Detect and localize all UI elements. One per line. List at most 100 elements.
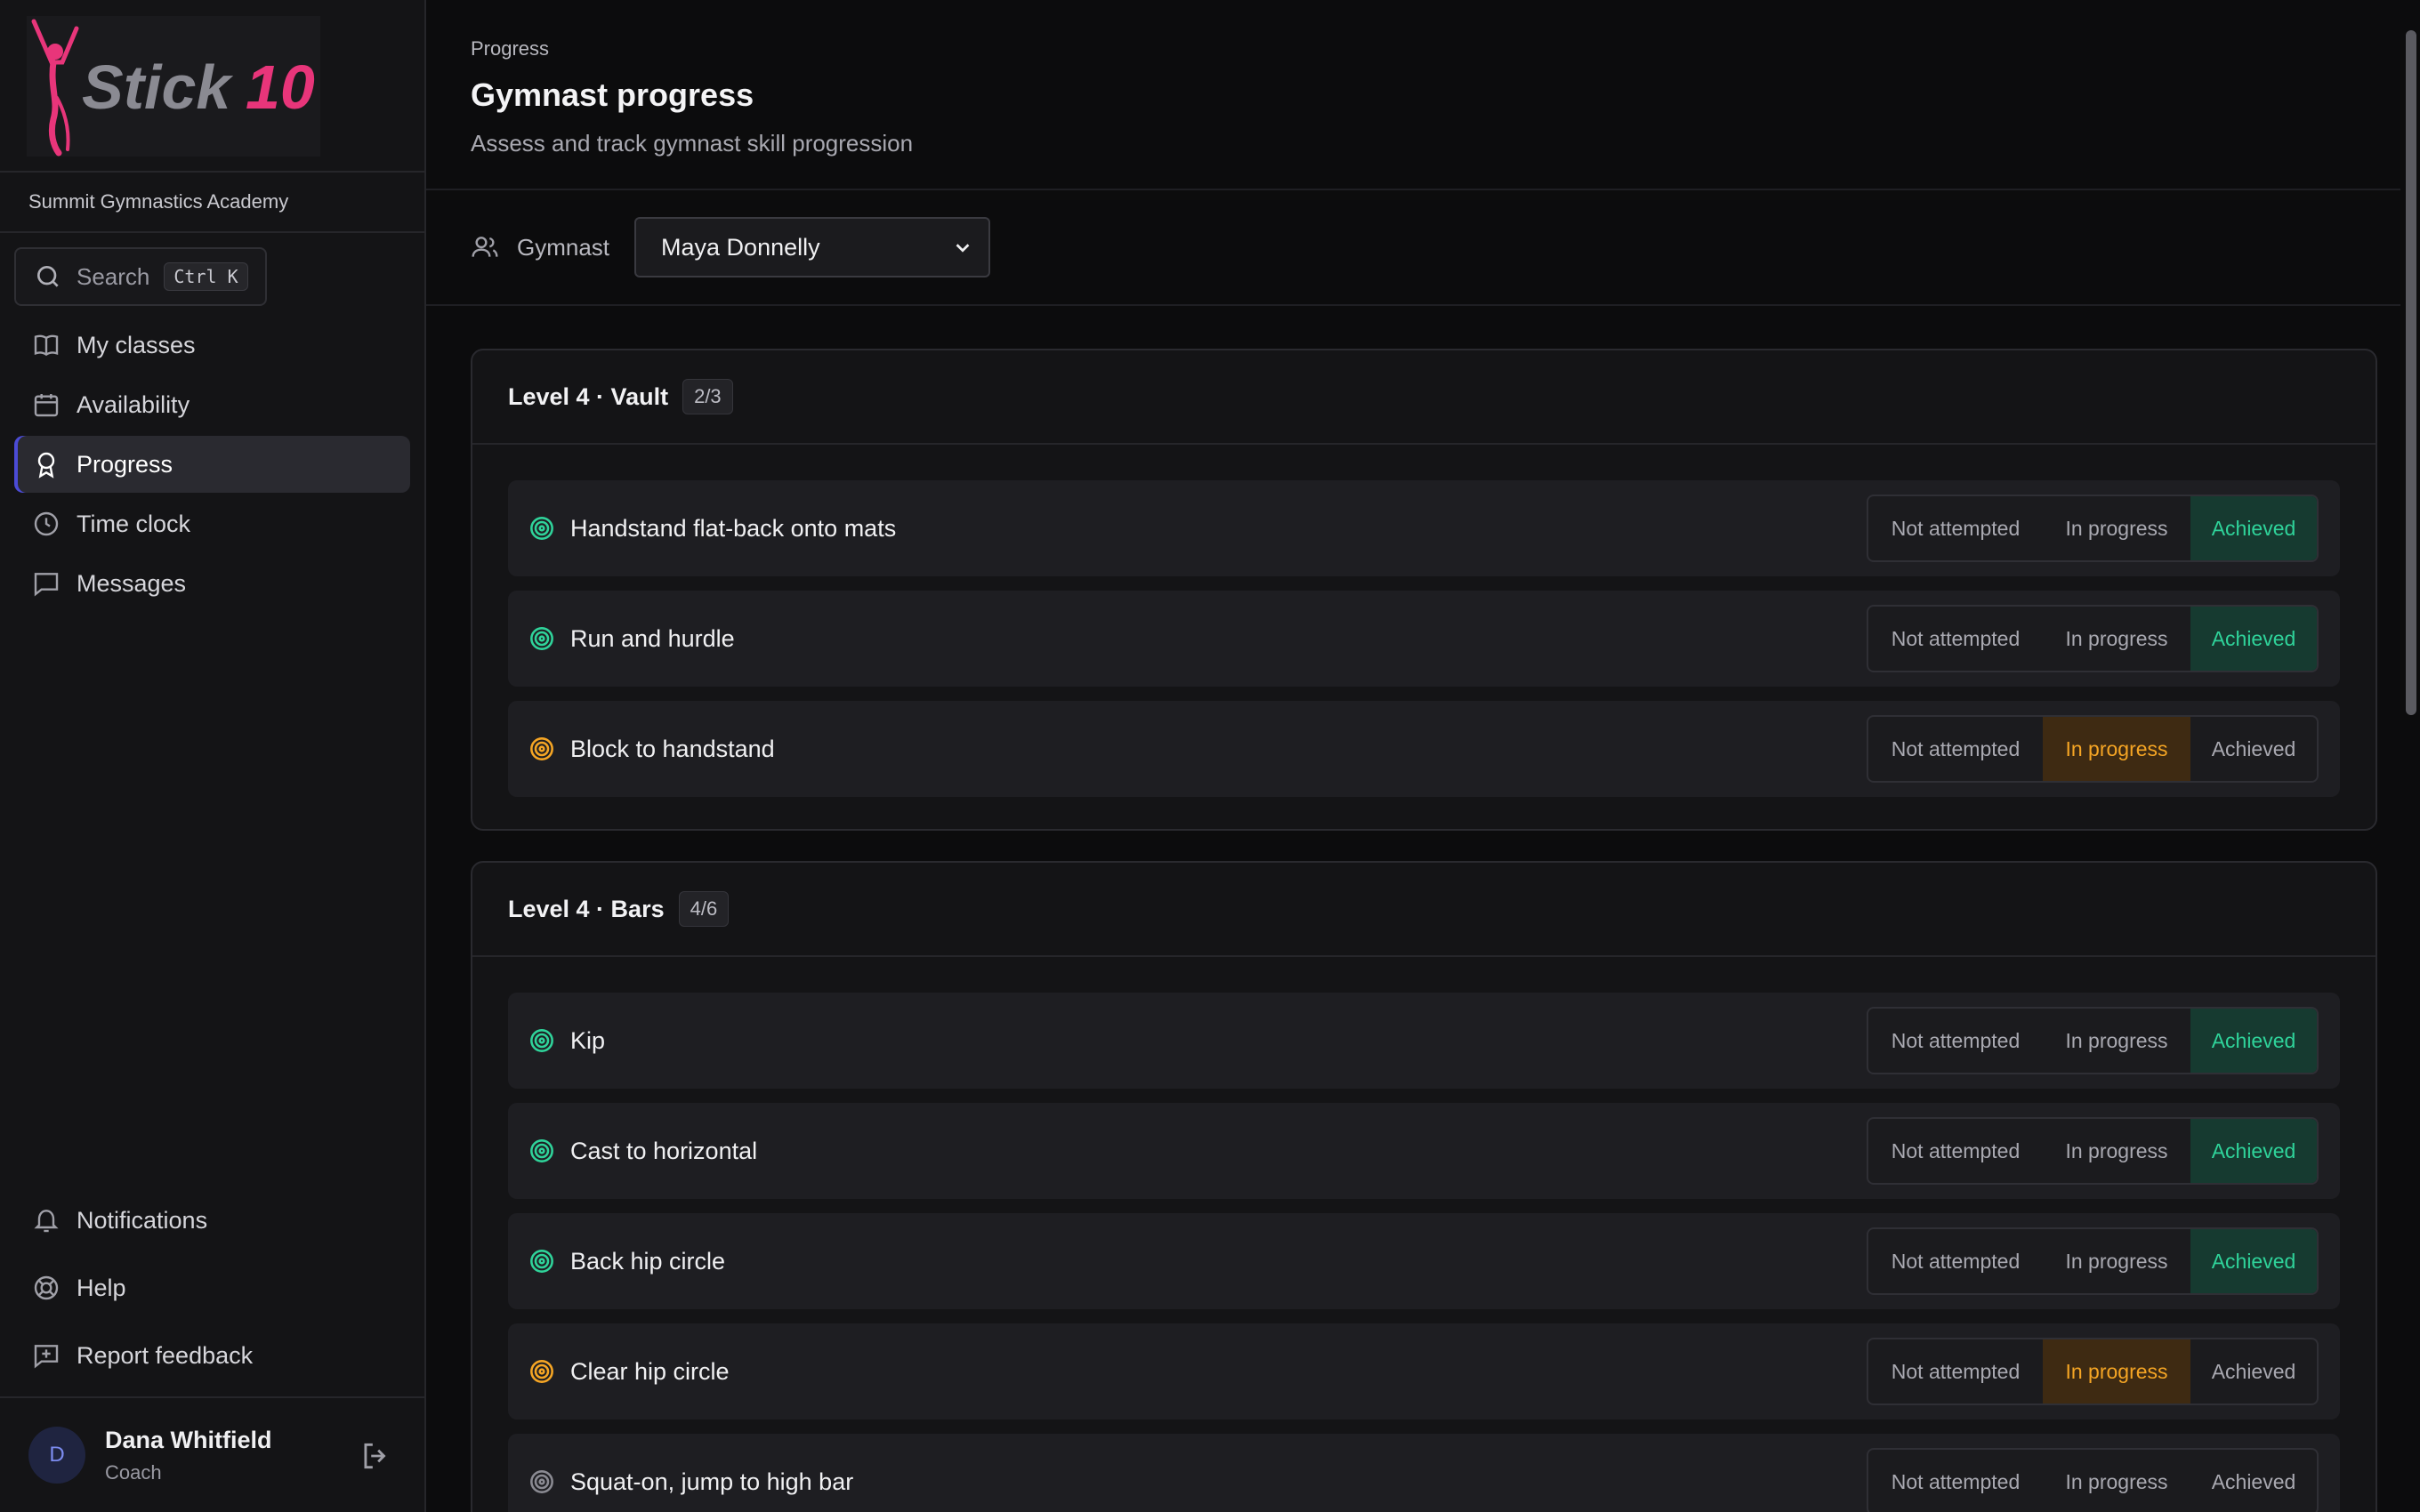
status-option-achieved[interactable]: Achieved <box>2190 1229 2317 1293</box>
status-option-in-progress[interactable]: In progress <box>2043 1339 2190 1403</box>
page-header: Progress Gymnast progress Assess and tra… <box>426 0 2420 190</box>
bell-icon <box>34 1210 59 1233</box>
main-content: Progress Gymnast progress Assess and tra… <box>426 0 2420 1512</box>
status-option-not-attempted[interactable]: Not attempted <box>1868 1119 2043 1183</box>
status-option-not-attempted[interactable]: Not attempted <box>1868 1339 2043 1403</box>
target-icon <box>530 517 553 540</box>
status-option-achieved[interactable]: Achieved <box>2190 496 2317 560</box>
message-icon <box>34 573 59 597</box>
status-option-achieved[interactable]: Achieved <box>2190 607 2317 671</box>
skill-row: Kip Not attempted In progress Achieved <box>508 993 2340 1089</box>
nav-item-report-feedback[interactable]: Report feedback <box>14 1327 410 1384</box>
logo-area: Stick 10 <box>0 0 424 173</box>
user-profile: D Dana Whitfield Coach <box>0 1396 424 1512</box>
skill-group-card: Level 4 · Bars 4/6 Kip Not attempted In prog… <box>471 861 2377 1512</box>
nav-label: Availability <box>77 390 190 418</box>
scrollbar[interactable] <box>2400 0 2420 1512</box>
nav-item-progress[interactable]: Progress <box>14 436 410 493</box>
search-icon <box>37 266 59 287</box>
stick10-logo[interactable]: Stick 10 <box>27 16 320 157</box>
nav-label: Notifications <box>77 1206 208 1234</box>
status-option-in-progress[interactable]: In progress <box>2043 1119 2190 1183</box>
status-option-achieved[interactable]: Achieved <box>2190 1009 2317 1073</box>
status-option-not-attempted[interactable]: Not attempted <box>1868 607 2043 671</box>
card-body: Handstand flat-back onto mats Not attempt… <box>472 445 2376 829</box>
organization-name: Summit Gymnastics Academy <box>0 173 424 233</box>
book-icon <box>34 334 59 357</box>
card-header: Level 4 · Vault 2/3 <box>472 350 2376 445</box>
logout-icon[interactable] <box>359 1439 392 1473</box>
skill-name: Kip <box>570 1026 606 1054</box>
status-toggle: Not attempted In progress Achieved <box>1867 1007 2319 1074</box>
sidebar: Stick 10 Summit Gymnastics Academy Searc… <box>0 0 426 1512</box>
group-count-badge: 2/3 <box>682 379 733 414</box>
avatar[interactable]: D <box>28 1427 85 1484</box>
status-option-not-attempted[interactable]: Not attempted <box>1868 496 2043 560</box>
status-toggle: Not attempted In progress Achieved <box>1867 1338 2319 1405</box>
status-option-not-attempted[interactable]: Not attempted <box>1868 1229 2043 1293</box>
status-option-in-progress[interactable]: In progress <box>2043 717 2190 781</box>
chevron-down-icon <box>956 244 970 253</box>
target-icon <box>530 737 553 760</box>
status-option-not-attempted[interactable]: Not attempted <box>1868 717 2043 781</box>
status-toggle: Not attempted In progress Achieved <box>1867 605 2319 672</box>
skill-name: Cast to horizontal <box>570 1137 758 1164</box>
skill-row: Handstand flat-back onto mats Not attempt… <box>508 480 2340 576</box>
skill-name: Run and hurdle <box>570 624 735 652</box>
status-option-in-progress[interactable]: In progress <box>2043 607 2190 671</box>
skill-row: Block to handstand Not attempted In progre… <box>508 701 2340 797</box>
status-option-in-progress[interactable]: In progress <box>2043 1229 2190 1293</box>
users-icon <box>472 237 498 257</box>
user-name: Dana Whitfield <box>105 1426 272 1453</box>
status-toggle: Not attempted In progress Achieved <box>1867 1117 2319 1185</box>
nav-label: Progress <box>77 450 173 478</box>
group-title: Level 4 · Vault <box>508 382 669 410</box>
nav-label: Help <box>77 1274 126 1301</box>
search-shortcut: Ctrl K <box>164 262 248 291</box>
nav-item-messages[interactable]: Messages <box>14 555 410 612</box>
nav-label: Time clock <box>77 510 191 537</box>
status-option-achieved[interactable]: Achieved <box>2190 717 2317 781</box>
skill-row: Back hip circle Not attempted In progress A… <box>508 1213 2340 1309</box>
nav-item-time-clock[interactable]: Time clock <box>14 495 410 552</box>
secondary-nav: Notifications Help Report feedback <box>14 1192 410 1395</box>
status-option-achieved[interactable]: Achieved <box>2190 1450 2317 1512</box>
search-button[interactable]: Search Ctrl K <box>14 247 267 306</box>
status-option-in-progress[interactable]: In progress <box>2043 1450 2190 1512</box>
status-option-in-progress[interactable]: In progress <box>2043 1009 2190 1073</box>
svg-text:Stick: Stick <box>82 52 233 122</box>
status-toggle: Not attempted In progress Achieved <box>1867 495 2319 562</box>
clock-icon <box>34 511 59 536</box>
user-role: Coach <box>105 1460 162 1484</box>
nav-item-availability[interactable]: Availability <box>14 376 410 433</box>
lifebuoy-icon <box>34 1275 59 1300</box>
skill-groups: Level 4 · Vault 2/3 Handstand flat-back on… <box>426 306 2420 1512</box>
target-icon <box>530 1139 553 1162</box>
skill-name: Squat-on, jump to high bar <box>570 1468 854 1495</box>
gymnast-select[interactable]: Maya Donnelly <box>634 217 991 277</box>
nav-item-my-classes[interactable]: My classes <box>14 317 410 374</box>
skill-name: Clear hip circle <box>570 1357 730 1385</box>
skill-row: Clear hip circle Not attempted In progress… <box>508 1323 2340 1420</box>
scrollbar-thumb[interactable] <box>2406 30 2416 715</box>
skill-row: Cast to horizontal Not attempted In progre… <box>508 1103 2340 1199</box>
skill-name: Block to handstand <box>570 735 775 762</box>
status-option-not-attempted[interactable]: Not attempted <box>1868 1009 2043 1073</box>
svg-text:10: 10 <box>246 52 315 122</box>
nav-label: Report feedback <box>77 1341 254 1369</box>
status-toggle: Not attempted In progress Achieved <box>1867 715 2319 783</box>
nav-item-notifications[interactable]: Notifications <box>14 1192 410 1249</box>
status-option-in-progress[interactable]: In progress <box>2043 496 2190 560</box>
group-title: Level 4 · Bars <box>508 895 665 922</box>
feedback-icon <box>34 1345 59 1369</box>
status-toggle: Not attempted In progress Achieved <box>1867 1448 2319 1512</box>
status-option-achieved[interactable]: Achieved <box>2190 1339 2317 1403</box>
nav-item-help[interactable]: Help <box>14 1259 410 1316</box>
gymnast-select-value: Maya Donnelly <box>661 233 820 261</box>
breadcrumb[interactable]: Progress <box>471 37 2420 60</box>
nav-label: My classes <box>77 331 196 358</box>
status-option-not-attempted[interactable]: Not attempted <box>1868 1450 2043 1512</box>
main-nav: My classes Availability Progress Time cl… <box>0 317 424 615</box>
status-toggle: Not attempted In progress Achieved <box>1867 1227 2319 1295</box>
status-option-achieved[interactable]: Achieved <box>2190 1119 2317 1183</box>
